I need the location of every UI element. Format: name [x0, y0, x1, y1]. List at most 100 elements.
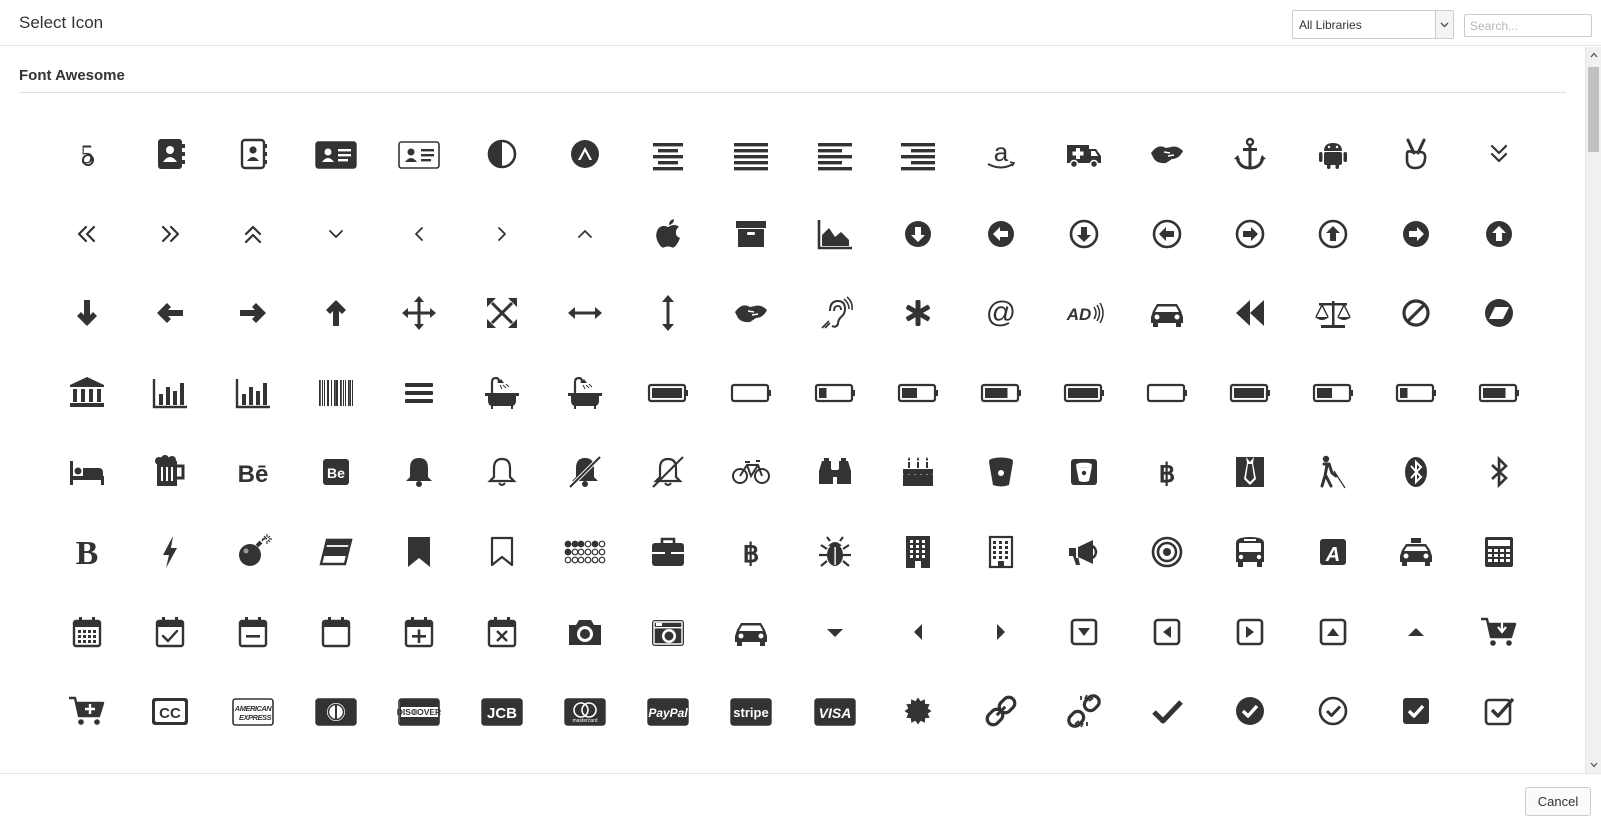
chevron-down-icon[interactable] [1435, 11, 1453, 38]
cart-arrow-down-icon[interactable] [1475, 608, 1523, 656]
vertical-scrollbar[interactable] [1585, 47, 1601, 773]
battery-icon[interactable] [644, 369, 692, 417]
bed-icon[interactable] [63, 448, 111, 496]
bell-o-icon[interactable] [478, 448, 526, 496]
american-sign-language-interpreting-icon[interactable] [1143, 130, 1191, 178]
bars-icon[interactable] [395, 369, 443, 417]
angle-up-icon[interactable] [561, 210, 609, 258]
cc-discover-icon[interactable]: DISCOVER [395, 687, 443, 735]
arrows-alt-icon[interactable] [478, 289, 526, 337]
scrollbar-thumb[interactable] [1588, 67, 1599, 152]
angle-left-icon[interactable] [395, 210, 443, 258]
blind-icon[interactable] [1309, 448, 1357, 496]
bomb-icon[interactable] [229, 528, 277, 576]
battery-half-icon[interactable] [1309, 369, 1357, 417]
automobile-icon[interactable] [1143, 289, 1191, 337]
bell-slash-o-icon[interactable] [644, 448, 692, 496]
bookmark-icon[interactable] [395, 528, 443, 576]
arrows-icon[interactable] [395, 289, 443, 337]
ambulance-icon[interactable] [1060, 130, 1108, 178]
arrow-circle-o-down-icon[interactable] [1060, 210, 1108, 258]
apple-icon[interactable] [644, 210, 692, 258]
search-input[interactable] [1464, 14, 1592, 37]
bath-icon[interactable] [478, 369, 526, 417]
buysellads-icon[interactable]: A [1309, 528, 1357, 576]
arrows-h-icon[interactable] [561, 289, 609, 337]
check-icon[interactable] [1143, 687, 1191, 735]
caret-square-o-down-icon[interactable] [1060, 608, 1108, 656]
battery-full-icon[interactable] [1226, 369, 1274, 417]
behance-icon[interactable]: Bē [229, 448, 277, 496]
arrow-down-icon[interactable] [63, 289, 111, 337]
cc-stripe-icon[interactable]: stripe [727, 687, 775, 735]
arrow-circle-o-up-icon[interactable] [1309, 210, 1357, 258]
arrows-v-icon[interactable] [644, 289, 692, 337]
calendar-plus-o-icon[interactable] [395, 608, 443, 656]
arrow-left-icon[interactable] [146, 289, 194, 337]
arrow-right-icon[interactable] [229, 289, 277, 337]
amazon-icon[interactable]: a [977, 130, 1025, 178]
caret-square-o-up-icon[interactable] [1309, 608, 1357, 656]
check-circle-icon[interactable] [1226, 687, 1274, 735]
cart-plus-icon[interactable] [63, 687, 111, 735]
btc-icon[interactable]: ฿ [727, 528, 775, 576]
bar-chart-o-icon[interactable] [229, 369, 277, 417]
caret-left-icon[interactable] [894, 608, 942, 656]
assistive-listening-systems-icon[interactable] [811, 289, 859, 337]
calculator-icon[interactable] [1475, 528, 1523, 576]
cc-diners-club-icon[interactable] [312, 687, 360, 735]
bar-chart-icon[interactable] [146, 369, 194, 417]
battery-0-icon[interactable] [727, 369, 775, 417]
check-square-icon[interactable] [1392, 687, 1440, 735]
address-card-o-icon[interactable] [395, 130, 443, 178]
cab-icon[interactable] [1392, 528, 1440, 576]
building-o-icon[interactable] [977, 528, 1025, 576]
asl-interpreting-icon[interactable] [727, 289, 775, 337]
caret-right-icon[interactable] [977, 608, 1025, 656]
align-left-icon[interactable] [811, 130, 859, 178]
bolt-icon[interactable] [146, 528, 194, 576]
bitbucket-icon[interactable] [977, 448, 1025, 496]
certificate-icon[interactable] [894, 687, 942, 735]
align-justify-icon[interactable] [727, 130, 775, 178]
calendar-icon[interactable] [63, 608, 111, 656]
barcode-icon[interactable] [312, 369, 360, 417]
align-right-icon[interactable] [894, 130, 942, 178]
cc-visa-icon[interactable]: VISA [811, 687, 859, 735]
area-chart-icon[interactable] [811, 210, 859, 258]
battery-three-quarters-icon[interactable] [1475, 369, 1523, 417]
500px-icon[interactable]: 5 [63, 130, 111, 178]
calendar-minus-o-icon[interactable] [229, 608, 277, 656]
building-icon[interactable] [894, 528, 942, 576]
calendar-times-o-icon[interactable] [478, 608, 526, 656]
bold-icon[interactable]: B [63, 528, 111, 576]
angle-double-up-icon[interactable] [229, 210, 277, 258]
address-book-icon[interactable] [146, 130, 194, 178]
bitbucket-square-icon[interactable] [1060, 448, 1108, 496]
asterisk-icon[interactable] [894, 289, 942, 337]
arrow-circle-down-icon[interactable] [894, 210, 942, 258]
arrow-circle-o-left-icon[interactable] [1143, 210, 1191, 258]
backward-icon[interactable] [1226, 289, 1274, 337]
bullseye-icon[interactable] [1143, 528, 1191, 576]
bell-icon[interactable] [395, 448, 443, 496]
battery-2-icon[interactable] [894, 369, 942, 417]
angle-right-icon[interactable] [478, 210, 526, 258]
camera-retro-icon[interactable] [644, 608, 692, 656]
arrow-circle-right-icon[interactable] [1392, 210, 1440, 258]
battery-quarter-icon[interactable] [1392, 369, 1440, 417]
anchor-icon[interactable] [1226, 130, 1274, 178]
bluetooth-icon[interactable] [1392, 448, 1440, 496]
cc-paypal-icon[interactable]: PayPal [644, 687, 692, 735]
audio-description-icon[interactable]: AD [1060, 289, 1108, 337]
cc-amex-icon[interactable]: AMERICAN EXPRESS [229, 687, 277, 735]
angle-double-right-icon[interactable] [146, 210, 194, 258]
battery-4-icon[interactable] [1060, 369, 1108, 417]
scroll-up-icon[interactable] [1586, 47, 1601, 63]
braille-icon[interactable] [561, 528, 609, 576]
caret-square-o-right-icon[interactable] [1226, 608, 1274, 656]
battery-1-icon[interactable] [811, 369, 859, 417]
chain-broken-icon[interactable] [1060, 687, 1108, 735]
adjust-icon[interactable] [478, 130, 526, 178]
calendar-check-o-icon[interactable] [146, 608, 194, 656]
